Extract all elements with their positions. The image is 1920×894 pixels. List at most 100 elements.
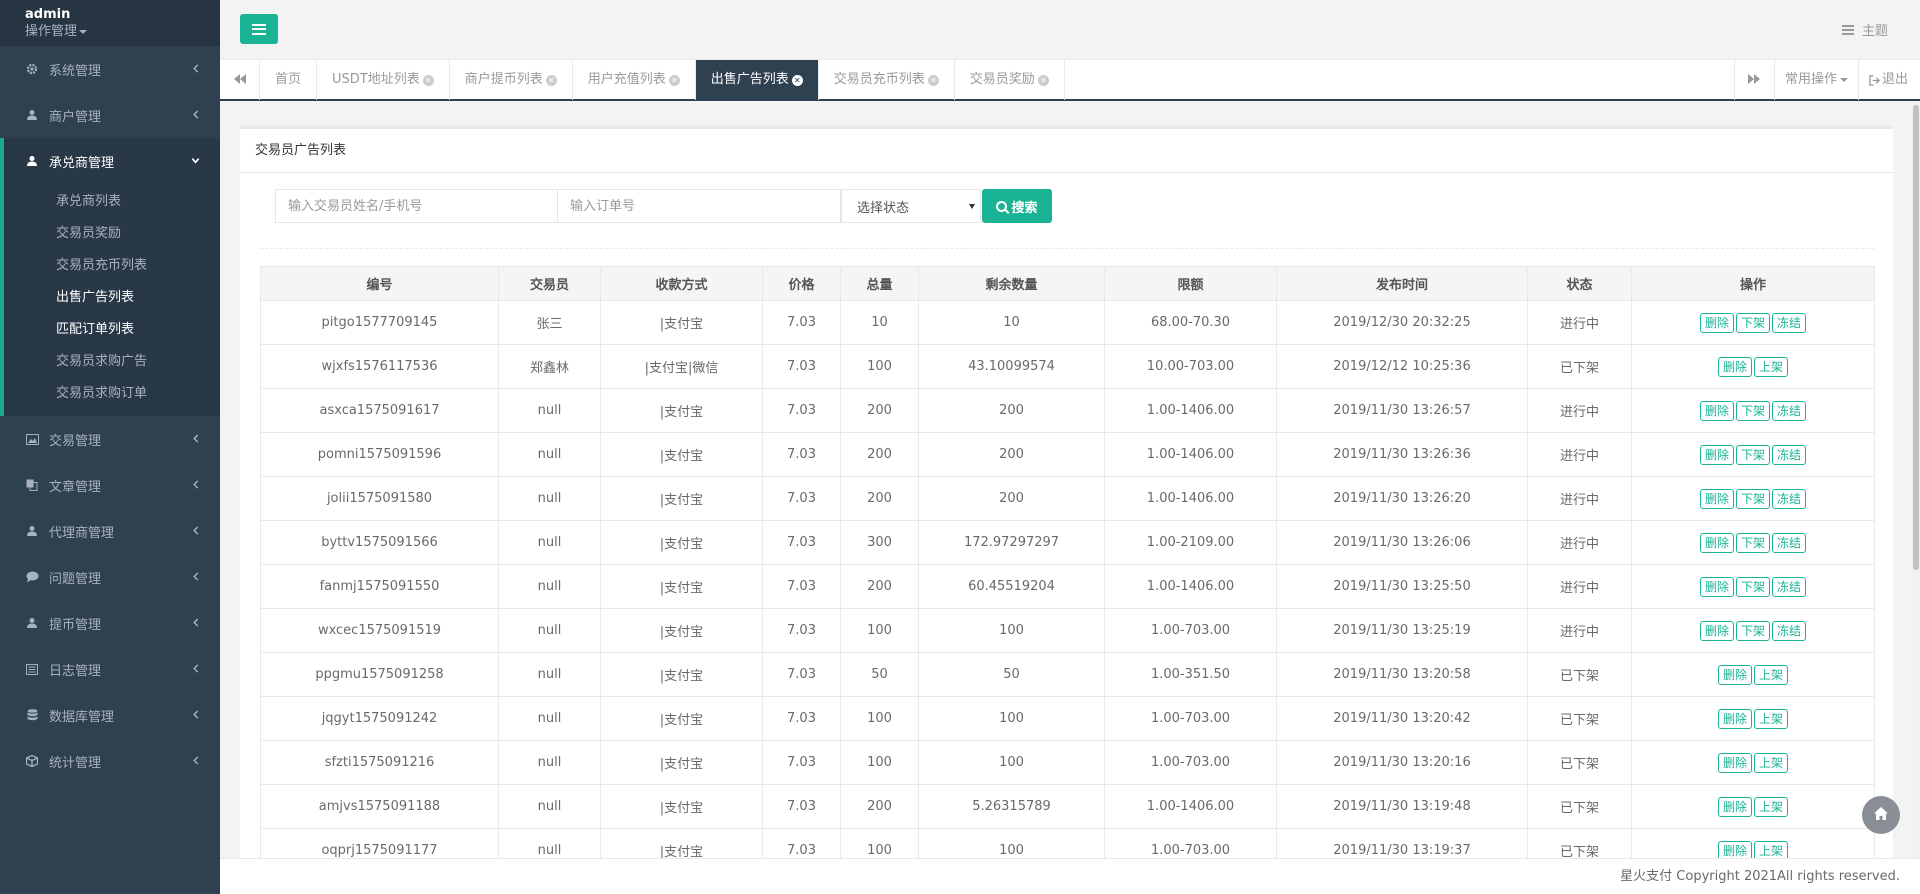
nav-label: 代理商管理 (49, 525, 115, 541)
cell-limit: 1.00-1406.00 (1104, 564, 1277, 609)
panel-title: 交易员广告列表 (240, 129, 1893, 173)
action-button[interactable]: 删除 (1717, 752, 1752, 773)
close-icon[interactable]: ✕ (1037, 74, 1049, 86)
vertical-scrollbar[interactable] (1912, 103, 1920, 858)
action-button[interactable]: 冻结 (1772, 488, 1807, 509)
tab[interactable]: 出售广告列表 ✕ (695, 60, 819, 100)
action-button[interactable]: 删除 (1717, 796, 1752, 817)
chevron-left-icon (192, 663, 200, 676)
action-button[interactable]: 下架 (1735, 488, 1770, 509)
logout-button[interactable]: 退出 (1857, 60, 1920, 100)
action-button[interactable]: 下架 (1735, 400, 1770, 421)
status-select[interactable]: 选择状态 (841, 189, 981, 223)
nav-label: 商户管理 (49, 109, 102, 125)
action-button[interactable]: 下架 (1735, 620, 1770, 641)
trader-name-input[interactable] (275, 189, 558, 223)
scrollbar-thumb[interactable] (1913, 105, 1919, 570)
order-number-input[interactable] (558, 189, 841, 223)
tab[interactable]: 用户充值列表 ✕ (573, 60, 696, 100)
nav-subitem[interactable]: 交易员奖励 (4, 218, 220, 250)
action-button[interactable]: 删除 (1699, 400, 1734, 421)
nav-subitem[interactable]: 交易员求购广告 (4, 346, 220, 378)
nav-item-items_top-0[interactable]: 系统管理 (0, 46, 220, 92)
cell-remaining: 200 (918, 432, 1105, 477)
action-button[interactable]: 上架 (1754, 840, 1789, 858)
action-button[interactable]: 下架 (1735, 312, 1770, 333)
action-button[interactable]: 删除 (1717, 664, 1752, 685)
tab-scroll-right-button[interactable] (1733, 60, 1774, 100)
action-button[interactable]: 上架 (1754, 356, 1789, 377)
tab[interactable]: 商户提币列表 ✕ (450, 60, 573, 100)
action-button[interactable]: 删除 (1699, 620, 1734, 641)
nav-item-items_bottom-6[interactable]: 数据库管理 (0, 692, 220, 738)
nav-subitem[interactable]: 出售广告列表 (4, 282, 220, 314)
close-icon[interactable]: ✕ (927, 74, 939, 86)
action-button[interactable]: 删除 (1699, 488, 1734, 509)
cell-total: 200 (840, 564, 919, 609)
nav-item-items_bottom-0[interactable]: 交易管理 (0, 416, 220, 462)
nav-item-items_bottom-7[interactable]: 统计管理 (0, 738, 220, 784)
common-ops-dropdown[interactable]: 常用操作 (1773, 60, 1858, 100)
user-role-dropdown[interactable]: 操作管理 (25, 23, 220, 41)
cell-limit: 1.00-351.50 (1104, 652, 1277, 697)
table-row: wjxfs1576117536 郑鑫林 |支付宝|微信 7.03 100 43.10099… (260, 344, 1875, 389)
action-button[interactable]: 删除 (1717, 708, 1752, 729)
cell-time: 2019/11/30 13:20:16 (1276, 740, 1528, 785)
home-float-button[interactable] (1862, 796, 1900, 834)
action-button[interactable]: 冻结 (1772, 312, 1807, 333)
nav-label: 交易管理 (49, 433, 102, 449)
action-button[interactable]: 上架 (1754, 796, 1789, 817)
action-button[interactable]: 冻结 (1772, 620, 1807, 641)
action-button[interactable]: 删除 (1717, 840, 1752, 858)
action-button[interactable]: 删除 (1699, 444, 1734, 465)
action-button[interactable]: 冻结 (1772, 532, 1807, 553)
nav-item-items_top-1[interactable]: 商户管理 (0, 92, 220, 138)
home-icon (1874, 806, 1888, 824)
action-button[interactable]: 下架 (1735, 576, 1770, 597)
action-button[interactable]: 删除 (1699, 312, 1734, 333)
action-button[interactable]: 冻结 (1772, 576, 1807, 597)
action-button[interactable]: 删除 (1717, 356, 1752, 377)
close-icon[interactable]: ✕ (545, 74, 557, 86)
nav-item-items_bottom-1[interactable]: 文章管理 (0, 462, 220, 508)
tab-scroll-left-button[interactable] (220, 60, 260, 100)
nav-subitem[interactable]: 承兑商列表 (4, 186, 220, 218)
action-button[interactable]: 上架 (1754, 664, 1789, 685)
action-button[interactable]: 上架 (1754, 752, 1789, 773)
action-button[interactable]: 删除 (1699, 576, 1734, 597)
tab[interactable]: 首页 (260, 60, 318, 100)
nav-subitem[interactable]: 交易员求购订单 (4, 378, 220, 410)
tab[interactable]: 交易员充币列表 ✕ (819, 60, 955, 100)
action-button[interactable]: 下架 (1735, 532, 1770, 553)
nav-subitem[interactable]: 匹配订单列表 (4, 314, 220, 346)
cell-time: 2019/11/30 13:20:42 (1276, 696, 1528, 741)
cell-limit: 1.00-703.00 (1104, 696, 1277, 741)
nav-item-acceptor-management[interactable]: 承兑商管理 (4, 138, 220, 184)
nav-item-items_bottom-2[interactable]: 代理商管理 (0, 508, 220, 554)
tab[interactable]: 交易员奖励 ✕ (955, 60, 1065, 100)
footer: 星火支付 Copyright 2021All rights reserved. (220, 858, 1920, 894)
menu-toggle-button[interactable] (240, 14, 278, 44)
tab[interactable]: USDT地址列表 ✕ (317, 60, 450, 100)
table-body: pitgo1577709145 张三 |支付宝 7.03 10 10 68.00-70.30… (260, 300, 1875, 858)
cell-id: oqprj1575091177 (260, 828, 499, 858)
close-icon[interactable]: ✕ (668, 74, 680, 86)
search-button[interactable]: 搜索 (982, 189, 1052, 223)
cell-actions: 删除 上架 (1631, 344, 1875, 389)
cell-time: 2019/11/30 13:25:50 (1276, 564, 1528, 609)
close-icon[interactable]: ✕ (422, 74, 434, 86)
action-button[interactable]: 冻结 (1772, 400, 1807, 421)
nav-item-items_bottom-4[interactable]: 提币管理 (0, 600, 220, 646)
nav-item-items_bottom-3[interactable]: 问题管理 (0, 554, 220, 600)
action-button[interactable]: 删除 (1699, 532, 1734, 553)
action-button[interactable]: 下架 (1735, 444, 1770, 465)
theme-button[interactable]: 主题 (1841, 20, 1888, 39)
nav-subitem[interactable]: 交易员充币列表 (4, 250, 220, 282)
cell-status: 进行中 (1527, 520, 1632, 565)
nav-item-items_bottom-5[interactable]: 日志管理 (0, 646, 220, 692)
cell-trader: null (498, 564, 601, 609)
action-button[interactable]: 上架 (1754, 708, 1789, 729)
close-icon[interactable]: ✕ (791, 74, 803, 86)
action-button[interactable]: 冻结 (1772, 444, 1807, 465)
search-button-label: 搜索 (1011, 200, 1038, 216)
